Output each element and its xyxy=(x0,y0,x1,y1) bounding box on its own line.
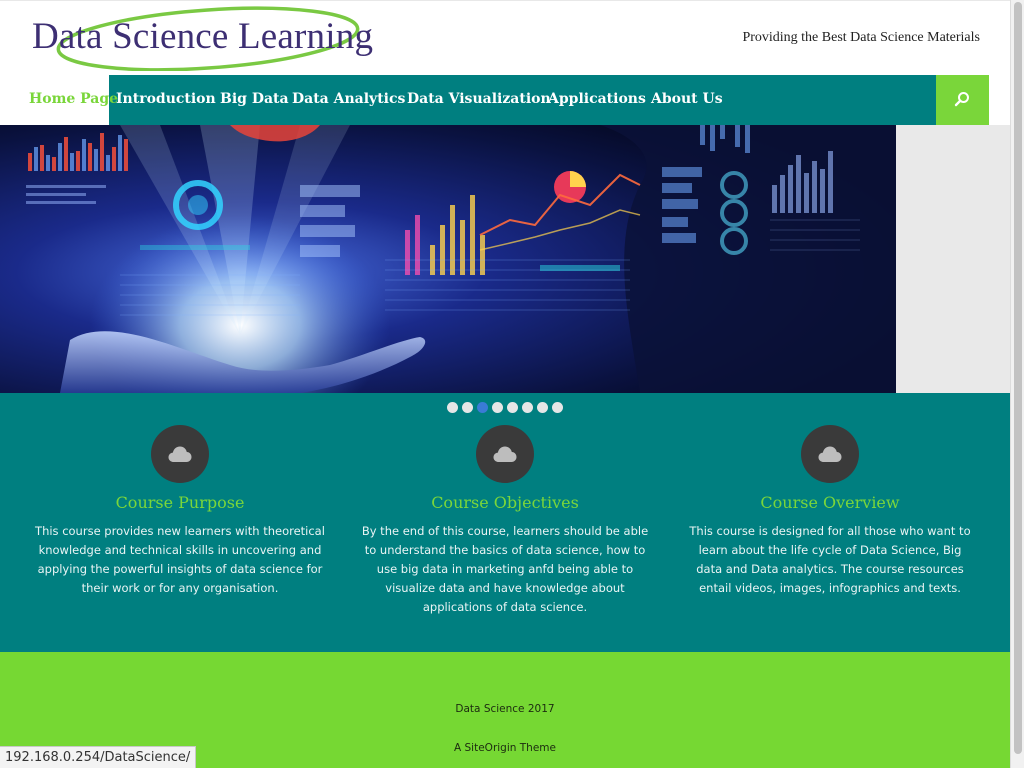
nav-item-about-us[interactable]: About Us xyxy=(651,75,723,125)
search-icon xyxy=(954,92,969,107)
feature-title: Course Objectives xyxy=(431,493,579,512)
slider-dot-4[interactable] xyxy=(492,402,503,413)
site-header: Data Science Learning Providing the Best… xyxy=(0,0,1010,75)
nav-item-big-data[interactable]: Big Data xyxy=(220,75,289,125)
site-logo[interactable]: Data Science Learning xyxy=(20,5,390,71)
nav-item-data-visualization[interactable]: Data Visualization xyxy=(407,75,551,125)
scrollbar-thumb[interactable] xyxy=(1014,2,1022,754)
data-dashboard-illustration xyxy=(0,125,896,393)
slider-dot-5[interactable] xyxy=(507,402,518,413)
nav-search-button[interactable] xyxy=(936,75,989,125)
slider-dot-8[interactable] xyxy=(552,402,563,413)
nav-item-applications[interactable]: Applications xyxy=(548,75,646,125)
nav-item-introduction[interactable]: Introduction xyxy=(116,75,216,125)
feature-icon-circle xyxy=(151,425,209,483)
slider-dot-2[interactable] xyxy=(462,402,473,413)
cloud-icon xyxy=(818,446,842,462)
site-tagline: Providing the Best Data Science Material… xyxy=(742,30,980,45)
footer-copyright: Data Science 2017 xyxy=(455,703,555,715)
feature-title: Course Purpose xyxy=(115,493,245,512)
feature-icon-circle xyxy=(801,425,859,483)
vertical-scrollbar[interactable] xyxy=(1010,0,1024,768)
feature-description: This course is designed for all those wh… xyxy=(689,524,971,595)
feature-course-purpose: Course Purpose This course provides new … xyxy=(30,425,330,598)
feature-course-objectives: Course Objectives By the end of this cou… xyxy=(355,425,655,617)
cloud-icon xyxy=(493,446,517,462)
slider-dot-6[interactable] xyxy=(522,402,533,413)
nav-item-home-page[interactable]: Home Page xyxy=(20,75,118,125)
feature-description: By the end of this course, learners shou… xyxy=(361,524,649,614)
page: Data Science Learning Providing the Best… xyxy=(0,0,1010,768)
feature-course-overview: Course Overview This course is designed … xyxy=(680,425,980,598)
status-bar-url: 192.168.0.254/DataScience/ xyxy=(0,746,197,768)
slide-image-data-dashboard xyxy=(0,125,896,393)
nav-item-data-analytics[interactable]: Data Analytics xyxy=(292,75,405,125)
slider-dot-3[interactable] xyxy=(477,402,488,413)
logo-text: Data Science Learning xyxy=(32,16,374,57)
features-section: Course Purpose This course provides new … xyxy=(0,393,1010,652)
feature-title: Course Overview xyxy=(760,493,900,512)
cloud-icon xyxy=(168,446,192,462)
hero-slider xyxy=(0,125,1010,393)
slider-dot-1[interactable] xyxy=(447,402,458,413)
slider-dot-7[interactable] xyxy=(537,402,548,413)
feature-icon-circle xyxy=(476,425,534,483)
feature-description: This course provides new learners with t… xyxy=(35,524,325,595)
main-nav: Home Page Introduction Big Data Data Ana… xyxy=(20,75,989,125)
